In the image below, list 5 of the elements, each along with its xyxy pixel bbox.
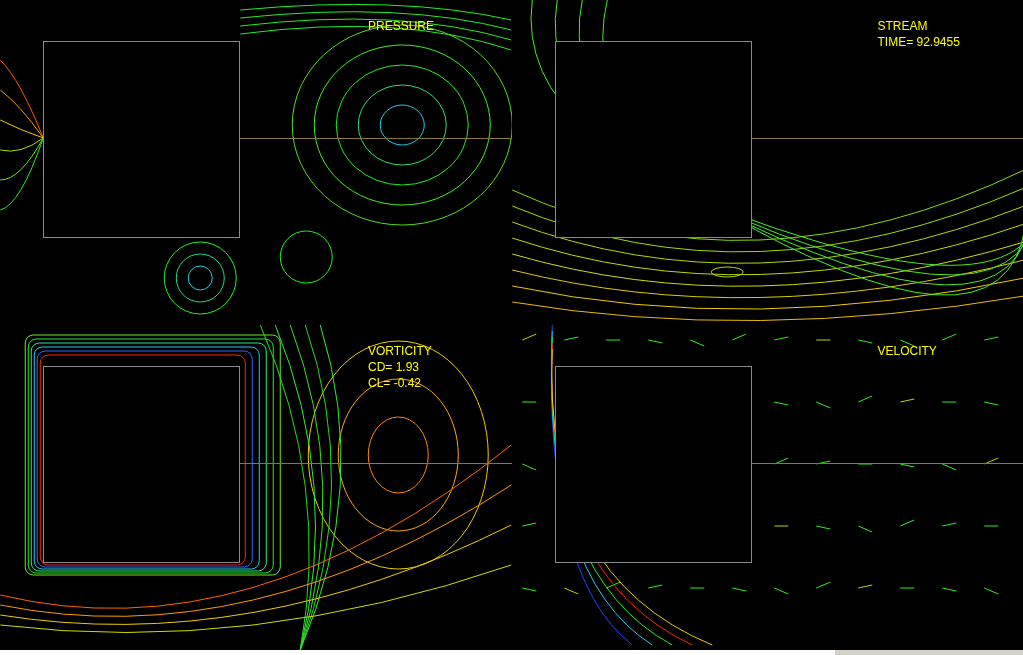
plot-label: VORTICITY [368,343,432,359]
plot-label: CD= 1.93 [368,359,421,375]
plot-label: TIME= 92.9455 [877,34,960,50]
plot-label: STREAM [877,18,929,34]
plot-label: VELOCITY [877,343,937,359]
